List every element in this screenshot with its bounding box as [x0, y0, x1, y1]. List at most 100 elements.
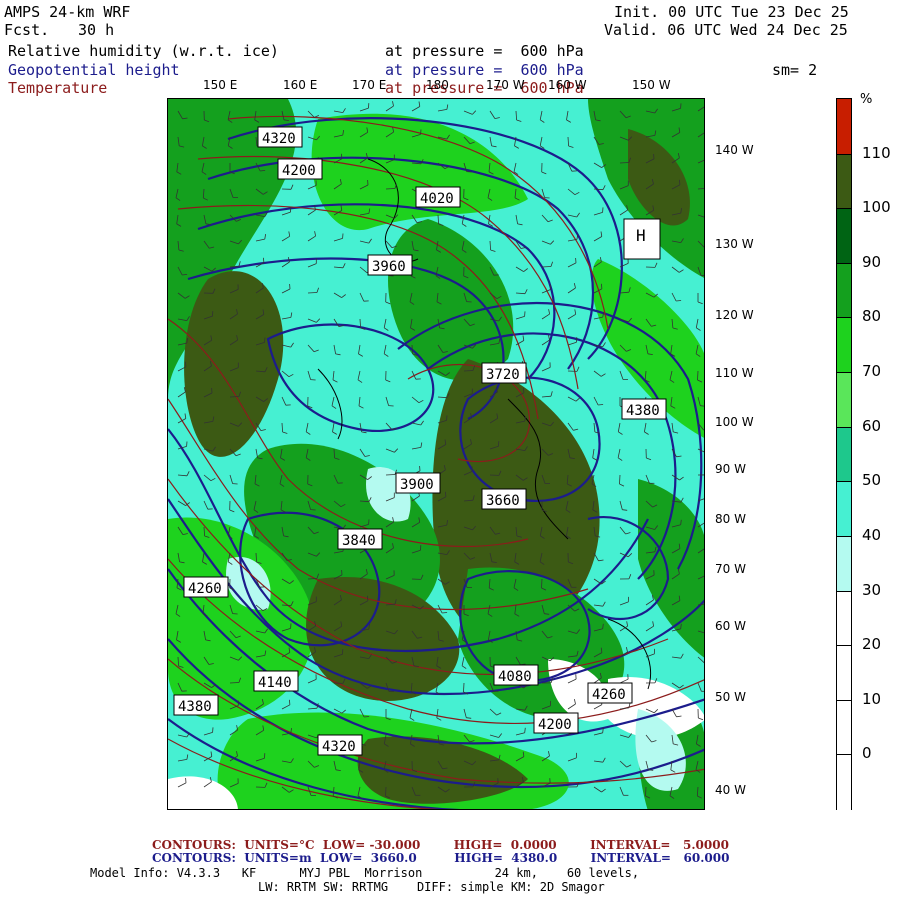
svg-text:3660: 3660: [486, 493, 520, 509]
height-label: 4200: [277, 158, 323, 180]
forecast-label: Fcst.: [4, 21, 50, 39]
height-label: 4380: [173, 694, 219, 716]
colorbar-tick-label: 40: [862, 525, 882, 544]
colorbar-segment: [837, 754, 851, 811]
colorbar-tick-label: 20: [862, 635, 882, 654]
svg-text:4200: 4200: [282, 163, 316, 179]
wind-barb: [463, 682, 465, 693]
colorbar-tick-label: 80: [862, 307, 882, 326]
colorbar-tick-label: 30: [862, 580, 882, 599]
lon-label-right: 110 W: [715, 366, 754, 380]
svg-text:4260: 4260: [592, 687, 626, 703]
svg-text:3840: 3840: [342, 533, 376, 549]
height-label: 4020: [415, 186, 461, 208]
svg-text:3960: 3960: [372, 259, 406, 275]
forecast-value: 30 h: [78, 21, 115, 39]
wind-barb-flag: [367, 595, 369, 601]
smoothing-label: sm= 2: [772, 61, 818, 79]
colorbar-segment: [837, 481, 851, 538]
colorbar-tick-label: 0: [862, 744, 872, 763]
height-label: 3840: [337, 528, 383, 550]
wind-barb: [463, 370, 474, 372]
colorbar-segment: [837, 590, 851, 647]
wind-barb: [645, 786, 647, 797]
wind-barb-flag: [364, 716, 370, 718]
colorbar-unit: %: [860, 92, 873, 107]
colorbar-tick-label: 50: [862, 471, 882, 490]
colorbar-tick-label: 70: [862, 362, 882, 381]
colorbar-segment: [837, 153, 851, 210]
wind-barb-flag: [263, 257, 265, 263]
wind-barb-flag: [601, 283, 603, 289]
svg-text:4080: 4080: [498, 669, 532, 685]
colorbar: [836, 98, 852, 811]
svg-text:4260: 4260: [188, 581, 222, 597]
height-contour-info: CONTOURS: UNITS=m LOW= 3660.0 HIGH= 4380…: [152, 851, 730, 865]
temp-contour-info: CONTOURS: UNITS=°C LOW= -30.000 HIGH= 0.…: [152, 838, 729, 852]
wind-barb: [541, 578, 543, 589]
svg-text:4140: 4140: [258, 675, 292, 691]
height-label: 3720: [481, 362, 527, 384]
lon-label-top: 160 W: [548, 78, 587, 92]
valid-time: Valid. 06 UTC Wed 24 Dec 25: [604, 21, 848, 39]
height-label: 4200: [533, 712, 579, 734]
svg-text:3900: 3900: [400, 477, 434, 493]
wind-barb-flag: [598, 404, 604, 406]
height-label: 4380: [621, 398, 667, 420]
svg-text:4320: 4320: [322, 739, 356, 755]
svg-text:4380: 4380: [626, 403, 660, 419]
colorbar-tick-label: 90: [862, 252, 882, 271]
model-title: AMPS 24-km WRF: [4, 3, 131, 21]
physics-info: LW: RRTM SW: RRTMG DIFF: simple KM: 2D S…: [258, 880, 605, 894]
lon-label-right: 70 W: [715, 562, 746, 576]
height-label: 3900: [395, 472, 441, 494]
high-marker: H: [623, 218, 661, 260]
colorbar-segment: [837, 699, 851, 756]
wind-barb: [619, 162, 630, 164]
wind-barb: [307, 292, 318, 294]
wind-barb: [385, 188, 396, 190]
colorbar-segment: [837, 645, 851, 702]
wind-barb-flag: [704, 543, 705, 548]
wind-barb-flag: [185, 361, 187, 367]
height-label: 4080: [493, 664, 539, 686]
lon-label-right: 140 W: [715, 143, 754, 157]
colorbar-segment: [837, 208, 851, 265]
colorbar-segment: [837, 99, 851, 155]
lon-label-top: 170 E: [352, 78, 387, 92]
wind-barb-flag: [523, 387, 525, 393]
field-hgt-level: at pressure = 600 hPa: [385, 61, 584, 79]
svg-text:4200: 4200: [538, 717, 572, 733]
height-label: 4320: [317, 734, 363, 756]
field-hgt-name: Geopotential height: [8, 61, 180, 79]
wind-barb: [697, 370, 699, 381]
colorbar-segment: [837, 372, 851, 429]
lon-label-top: 160 E: [283, 78, 318, 92]
svg-text:4320: 4320: [262, 131, 296, 147]
svg-text:H: H: [636, 226, 646, 245]
wind-barb-flag: [704, 246, 705, 248]
colorbar-tick-label: 110: [862, 143, 891, 162]
wind-barb-flag: [705, 127, 706, 132]
colorbar-segment: [837, 535, 851, 593]
svg-text:3720: 3720: [486, 367, 520, 383]
lon-label-right: 40 W: [715, 783, 746, 797]
wind-barb-flag: [289, 699, 291, 705]
lon-label-top: 150 E: [203, 78, 238, 92]
svg-text:4020: 4020: [420, 191, 454, 207]
wind-barb-flag: [676, 300, 682, 302]
lon-label-right: 80 W: [715, 512, 746, 526]
svg-text:4380: 4380: [178, 699, 212, 715]
colorbar-tick-label: 60: [862, 416, 882, 435]
field-rh-name: Relative humidity (w.r.t. ice): [8, 42, 279, 60]
wind-barb-flag: [445, 491, 447, 497]
colorbar-tick-label: 100: [862, 198, 891, 217]
map-graphic: 4320 4200 4020 3960 3720 3900 3840 4260 …: [168, 99, 706, 809]
lon-label-right: 120 W: [715, 308, 754, 322]
lon-label-right: 130 W: [715, 237, 754, 251]
wind-barb: [229, 396, 240, 398]
wind-barb: [619, 474, 621, 485]
colorbar-segment: [837, 317, 851, 374]
lon-label-top: 180: [426, 78, 449, 92]
wind-barb-flag: [679, 179, 681, 185]
